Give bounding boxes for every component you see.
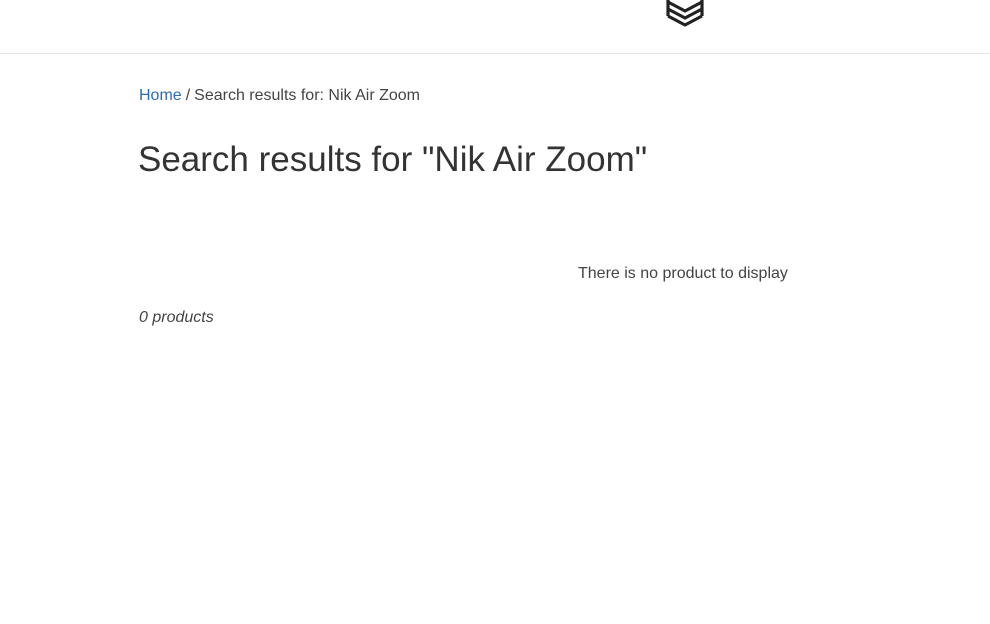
breadcrumb-home-link[interactable]: Home bbox=[139, 87, 182, 104]
stacked-chevrons-logo-icon bbox=[666, 0, 704, 27]
product-count: 0 products bbox=[139, 309, 214, 326]
breadcrumb-current: Search results for: Nik Air Zoom bbox=[194, 87, 420, 104]
breadcrumb-separator: / bbox=[185, 87, 191, 104]
page-title: Search results for "Nik Air Zoom" bbox=[138, 140, 648, 179]
empty-results-message: There is no product to display bbox=[578, 265, 788, 282]
breadcrumb: Home / Search results for: Nik Air Zoom bbox=[139, 86, 420, 106]
site-header bbox=[0, 0, 990, 54]
